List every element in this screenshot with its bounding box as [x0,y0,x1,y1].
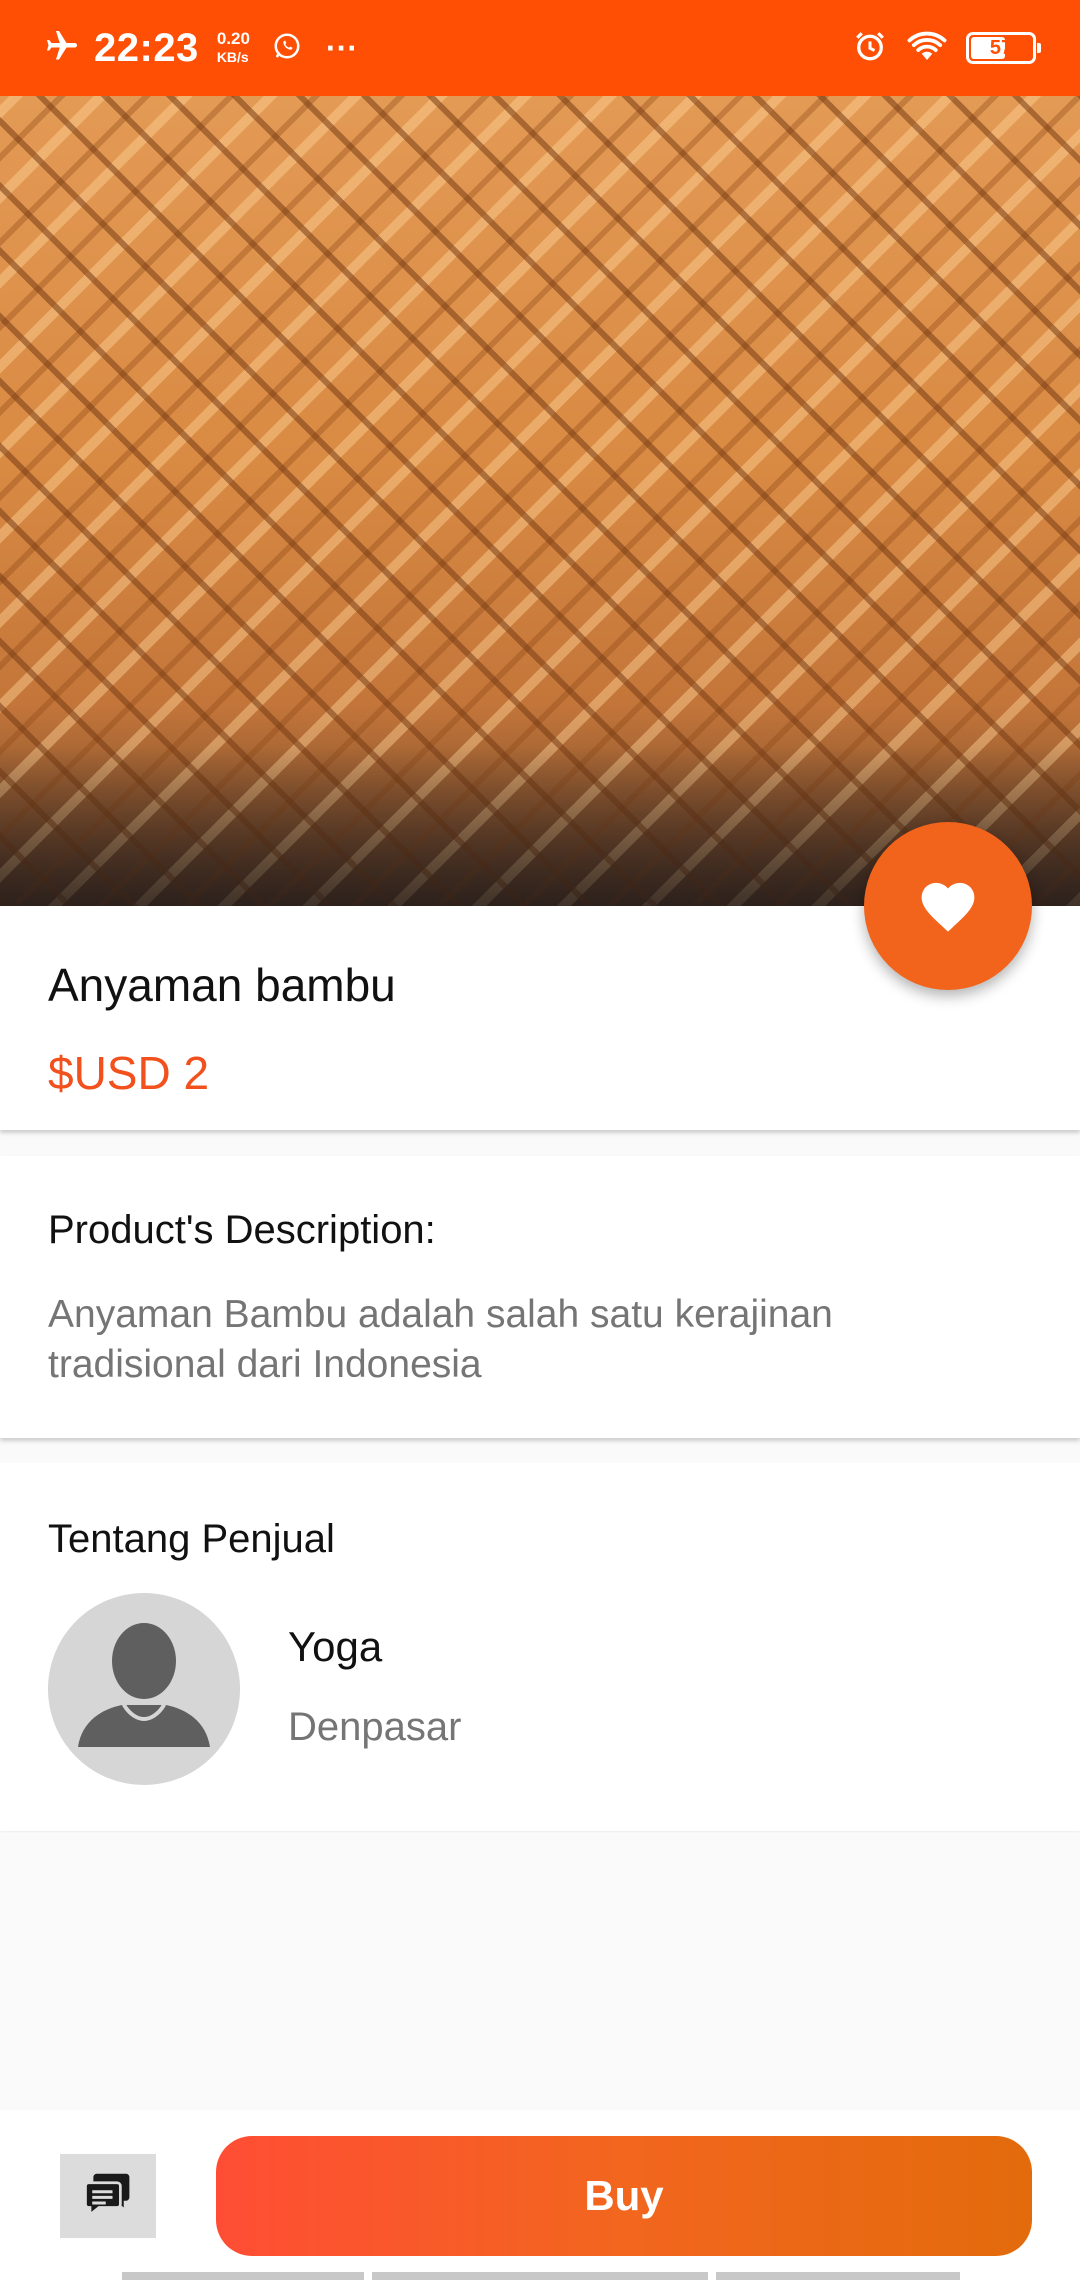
alarm-icon [852,28,888,69]
status-time: 22:23 [94,25,199,70]
nav-hint-center [372,2272,708,2280]
status-bar: 22:23 0.20 KB/s ··· 57 [0,0,1080,96]
seller-heading: Tentang Penjual [48,1517,335,1561]
nav-hint-left [122,2272,364,2280]
product-image [0,96,1080,906]
network-speed-value: 0.20 [216,29,250,48]
seller-avatar[interactable] [48,1593,240,1785]
description-heading: Product's Description: [48,1208,436,1252]
product-name: Anyaman bambu [48,959,396,1011]
chat-icon [81,2167,135,2226]
description-text: Anyaman Bambu adalah salah satu kerajina… [48,1293,833,1386]
buy-button[interactable]: Buy [216,2136,1032,2256]
seller-city: Denpasar [288,1705,462,1749]
person-icon [48,1623,240,1785]
wifi-icon [906,28,948,69]
nav-hint-right [716,2272,960,2280]
seller-card[interactable]: Tentang Penjual Yoga Denpasar [0,1463,1080,1831]
battery-level: 57 [989,36,1013,59]
network-speed: 0.20 KB/s [217,30,250,66]
whatsapp-icon [272,31,302,66]
seller-name: Yoga [288,1623,383,1670]
heart-icon [916,875,980,938]
chat-button[interactable] [60,2154,156,2238]
network-speed-unit: KB/s [216,49,249,65]
description-card: Product's Description: Anyaman Bambu ada… [0,1156,1080,1438]
airplane-icon [44,28,80,69]
more-notifications-icon: ··· [325,29,358,66]
bottom-action-bar: Buy [0,2110,1080,2280]
battery-indicator: 57 [966,32,1041,64]
favorite-button[interactable] [864,822,1032,990]
product-price: $USD 2 [48,1047,210,1099]
